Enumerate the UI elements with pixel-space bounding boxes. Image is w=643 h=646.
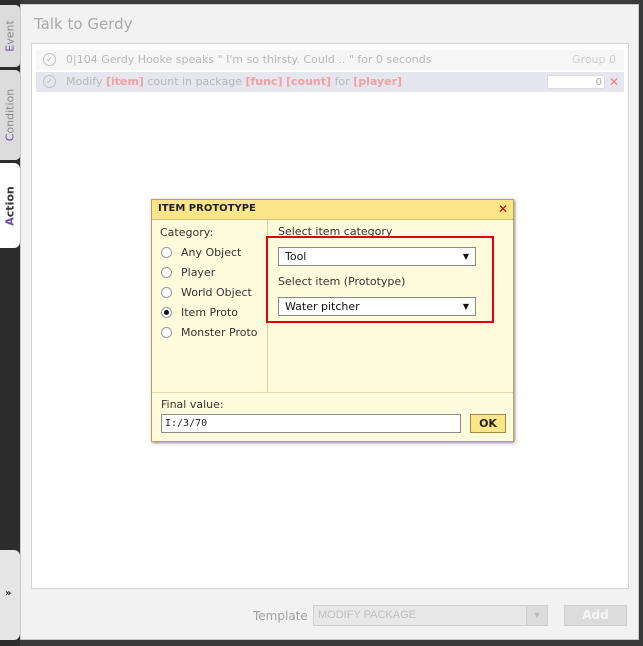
radio-icon[interactable] xyxy=(161,327,172,338)
token-player[interactable]: [player] xyxy=(353,75,402,88)
radio-label: Player xyxy=(181,266,216,279)
tab-condition[interactable]: Condition xyxy=(0,70,21,160)
list-item[interactable]: ✓ 0|104 Gerdy Hooke speaks " I'm so thir… xyxy=(36,50,624,70)
radio-label: World Object xyxy=(181,286,252,299)
final-value-input[interactable]: I:/3/70 xyxy=(161,414,461,433)
ok-button[interactable]: OK xyxy=(470,414,506,433)
dialog-header: ITEM PROTOTYPE ✕ xyxy=(152,200,513,220)
chevron-down-icon[interactable]: ▼ xyxy=(526,606,547,625)
row-value-input[interactable]: 0 xyxy=(547,75,605,89)
category-label: Category: xyxy=(160,226,214,239)
row-text-mid: count in package xyxy=(147,75,242,88)
token-func[interactable]: [func] xyxy=(245,75,282,88)
radio-icon[interactable] xyxy=(161,287,172,298)
category-panel: Category: Any Object Player World Object… xyxy=(152,220,268,392)
item-prototype-dialog: ITEM PROTOTYPE ✕ Category: Any Object Pl… xyxy=(151,199,514,442)
tab-condition-label: Condition xyxy=(3,88,17,142)
template-select[interactable]: MODIFY PACKAGE ▼ xyxy=(313,605,548,626)
tab-action-label: Action xyxy=(3,185,17,226)
radio-label: Item Proto xyxy=(181,306,239,319)
group-label: Group 0 xyxy=(572,53,616,66)
list-item[interactable]: ✓ Modify [item] count in package [func] … xyxy=(36,72,624,92)
token-count[interactable]: [count] xyxy=(286,75,331,88)
template-selected-value: MODIFY PACKAGE xyxy=(318,609,417,621)
highlight-box xyxy=(266,236,494,323)
radio-icon[interactable] xyxy=(161,267,172,278)
row-text-prefix: Modify xyxy=(66,75,103,88)
side-tab-strip: Event Condition Action » xyxy=(0,0,21,646)
token-item[interactable]: [item] xyxy=(106,75,144,88)
check-circle-icon[interactable]: ✓ xyxy=(43,75,56,88)
double-chevron-right-icon: » xyxy=(5,588,12,599)
expand-panel-tab[interactable]: » xyxy=(0,550,20,640)
template-label: Template : xyxy=(253,609,316,623)
close-icon[interactable]: ✕ xyxy=(498,202,508,216)
dialog-title: ITEM PROTOTYPE xyxy=(158,203,256,214)
radio-icon[interactable] xyxy=(161,247,172,258)
radio-selected-icon[interactable] xyxy=(161,307,172,318)
tab-event-label: Event xyxy=(3,20,17,52)
row-text-for: for xyxy=(334,75,350,88)
divider xyxy=(152,392,513,393)
row-text: 0|104 Gerdy Hooke speaks " I'm so thirst… xyxy=(66,53,432,66)
row-text: Modify [item] count in package [func] [c… xyxy=(66,72,402,92)
tab-event[interactable]: Event xyxy=(0,5,21,67)
add-button[interactable]: Add xyxy=(564,605,627,626)
radio-label: Any Object xyxy=(181,246,242,259)
final-value-label: Final value: xyxy=(161,398,224,411)
delete-icon[interactable]: ✕ xyxy=(609,72,619,92)
panel-title: Talk to Gerdy xyxy=(34,15,133,33)
check-circle-icon[interactable]: ✓ xyxy=(43,53,56,66)
radio-label: Monster Proto xyxy=(181,326,258,339)
tab-action[interactable]: Action xyxy=(0,163,20,248)
